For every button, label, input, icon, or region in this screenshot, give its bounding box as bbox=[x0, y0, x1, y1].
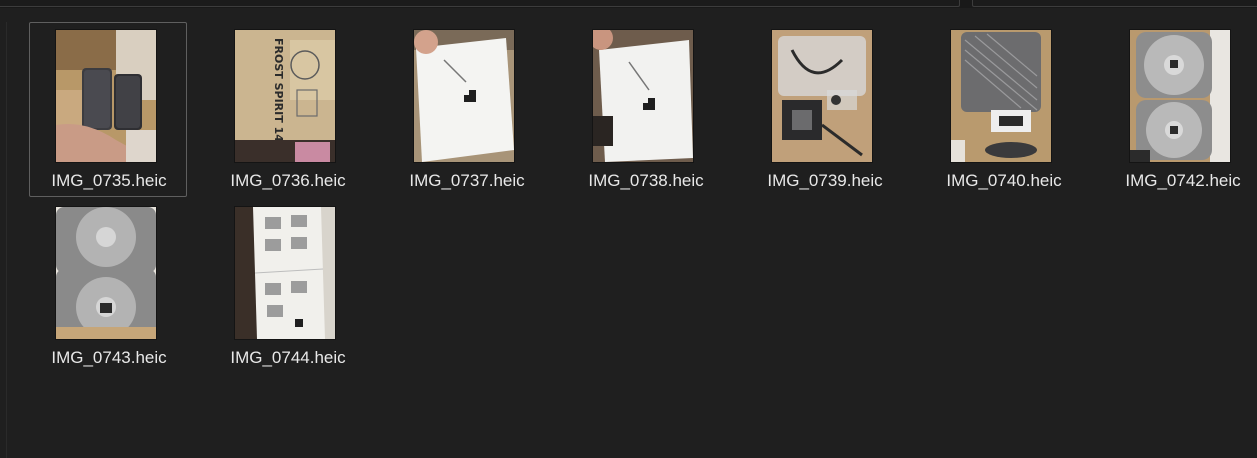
file-item[interactable]: IMG_0738.heic bbox=[566, 22, 724, 197]
pane-divider[interactable] bbox=[6, 22, 7, 458]
file-name-label: IMG_0743.heic bbox=[51, 348, 167, 367]
file-item[interactable]: IMG_0735.heic bbox=[29, 22, 187, 197]
image-thumbnail: FROST SPIRIT 140 bbox=[235, 30, 335, 162]
file-item[interactable]: IMG_0743.heic bbox=[29, 199, 187, 374]
image-thumbnail bbox=[56, 30, 156, 162]
file-name-label: IMG_0739.heic bbox=[767, 171, 883, 190]
image-thumbnail bbox=[772, 30, 872, 162]
image-thumbnail bbox=[414, 30, 514, 162]
box-print-text: FROST SPIRIT 140 bbox=[272, 38, 285, 150]
file-item[interactable]: IMG_0742.heic bbox=[1103, 22, 1257, 197]
file-item[interactable]: IMG_0737.heic bbox=[387, 22, 545, 197]
image-thumbnail bbox=[56, 207, 156, 339]
file-name-label: IMG_0744.heic bbox=[230, 348, 346, 367]
file-explorer-window: IMG_0735.heic FROST SPIRIT 140 IMG_0736. bbox=[0, 0, 1257, 458]
file-name-label: IMG_0742.heic bbox=[1125, 171, 1241, 190]
file-item[interactable]: FROST SPIRIT 140 IMG_0736.heic bbox=[208, 22, 366, 197]
file-name-label: IMG_0735.heic bbox=[51, 171, 167, 190]
file-name-label: IMG_0738.heic bbox=[588, 171, 704, 190]
file-item[interactable]: IMG_0739.heic bbox=[745, 22, 903, 197]
file-item[interactable]: IMG_0744.heic bbox=[208, 199, 366, 374]
file-name-label: IMG_0740.heic bbox=[946, 171, 1062, 190]
address-bar[interactable] bbox=[0, 0, 960, 7]
file-item[interactable]: IMG_0740.heic bbox=[924, 22, 1082, 197]
image-thumbnail bbox=[593, 30, 693, 162]
file-name-label: IMG_0736.heic bbox=[230, 171, 346, 190]
image-thumbnail bbox=[235, 207, 335, 339]
image-thumbnail bbox=[951, 30, 1051, 162]
file-name-label: IMG_0737.heic bbox=[409, 171, 525, 190]
image-thumbnail bbox=[1130, 30, 1230, 162]
search-box[interactable] bbox=[972, 0, 1257, 7]
